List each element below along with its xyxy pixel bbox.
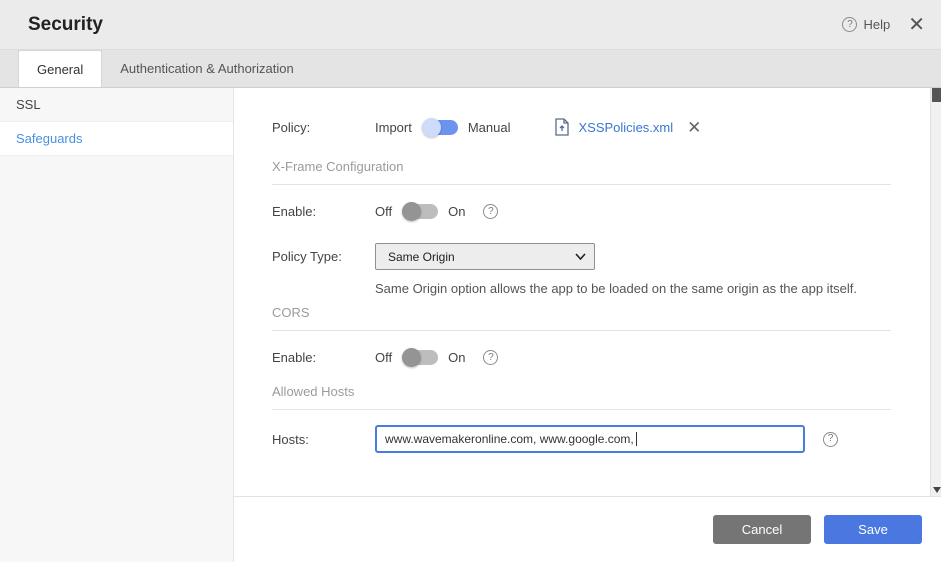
help-label: Help	[863, 17, 891, 32]
vertical-scrollbar[interactable]	[930, 88, 941, 496]
save-button[interactable]: Save	[824, 514, 922, 544]
section-divider	[272, 409, 891, 410]
toggle-knob	[402, 348, 422, 367]
hosts-input-value: www.wavemakeronline.com, www.google.com,	[385, 432, 634, 446]
cors-on-label: On	[448, 350, 466, 365]
cors-off-label: Off	[375, 350, 393, 365]
cors-enable-row: Enable: Off On ?	[272, 348, 891, 367]
xframe-enable-toggle[interactable]	[402, 202, 439, 221]
policy-type-label: Policy Type:	[272, 249, 342, 264]
help-icon: ?	[842, 17, 858, 32]
cors-enable-toggle[interactable]	[402, 348, 439, 367]
chevron-down-icon	[575, 253, 586, 260]
toggle-knob	[402, 202, 422, 221]
section-divider	[272, 184, 891, 185]
policy-row: Policy: Import Manual XSSPolicies.xml ✕	[272, 117, 891, 137]
xframe-enable-label: Enable:	[272, 204, 317, 219]
section-title-cors: CORS	[272, 305, 310, 320]
section-title-xframe: X-Frame Configuration	[272, 159, 404, 174]
toggle-knob	[421, 117, 441, 137]
settings-scroll-area: Policy: Import Manual XSSPolicies.xml ✕	[234, 88, 941, 497]
security-dialog: Security ? Help ✕ General Authentication…	[0, 0, 941, 563]
section-divider	[272, 330, 891, 331]
tab-bar: General Authentication & Authorization	[0, 50, 941, 88]
policy-file-link[interactable]: XSSPolicies.xml	[578, 120, 673, 135]
policy-import-manual-toggle[interactable]	[421, 117, 458, 137]
import-file-icon	[555, 118, 570, 136]
dialog-body: SSL Safeguards Policy: Import Manual XSS…	[0, 88, 941, 562]
xframe-enable-help-icon[interactable]: ?	[483, 204, 499, 219]
section-title-allowed-hosts: Allowed Hosts	[272, 384, 355, 399]
policy-type-row: Policy Type: Same Origin	[272, 243, 891, 270]
hosts-help-icon[interactable]: ?	[823, 431, 838, 447]
xframe-enable-row: Enable: Off On ?	[272, 202, 891, 221]
tab-general[interactable]: General	[18, 50, 103, 87]
scrollbar-thumb[interactable]	[932, 88, 941, 102]
xframe-on-label: On	[448, 204, 466, 219]
cors-enable-label: Enable:	[272, 350, 317, 365]
policy-type-helper-text: Same Origin option allows the app to be …	[375, 281, 858, 296]
xframe-off-label: Off	[375, 204, 393, 219]
policy-file-chip: XSSPolicies.xml ✕	[554, 118, 701, 136]
policy-import-label: Import	[375, 119, 412, 135]
dialog-footer: Cancel Save	[234, 497, 941, 561]
cors-enable-help-icon[interactable]: ?	[483, 350, 499, 365]
policy-manual-label: Manual	[467, 119, 511, 135]
help-button[interactable]: ? Help	[842, 17, 890, 32]
page-title: Security	[28, 13, 103, 35]
policy-type-value: Same Origin	[388, 249, 455, 264]
sidebar: SSL Safeguards	[0, 88, 234, 562]
tab-authentication-authorization[interactable]: Authentication & Authorization	[102, 50, 311, 87]
scroll-down-arrow-icon[interactable]	[933, 487, 941, 493]
close-icon[interactable]: ✕	[908, 15, 925, 35]
header: Security ? Help ✕	[0, 0, 941, 50]
hosts-row: Hosts: www.wavemakeronline.com, www.goog…	[272, 425, 891, 453]
hosts-label: Hosts:	[272, 431, 309, 447]
header-actions: ? Help ✕	[842, 15, 925, 35]
hosts-input[interactable]: www.wavemakeronline.com, www.google.com,	[375, 425, 805, 453]
main-panel: Policy: Import Manual XSSPolicies.xml ✕	[234, 88, 941, 562]
remove-file-icon[interactable]: ✕	[687, 119, 701, 136]
sidebar-item-safeguards[interactable]: Safeguards	[0, 122, 233, 156]
text-caret	[635, 432, 637, 446]
policy-label: Policy:	[272, 119, 311, 135]
sidebar-item-ssl[interactable]: SSL	[0, 88, 233, 122]
policy-type-select[interactable]: Same Origin	[375, 243, 595, 270]
cancel-button[interactable]: Cancel	[713, 514, 811, 544]
